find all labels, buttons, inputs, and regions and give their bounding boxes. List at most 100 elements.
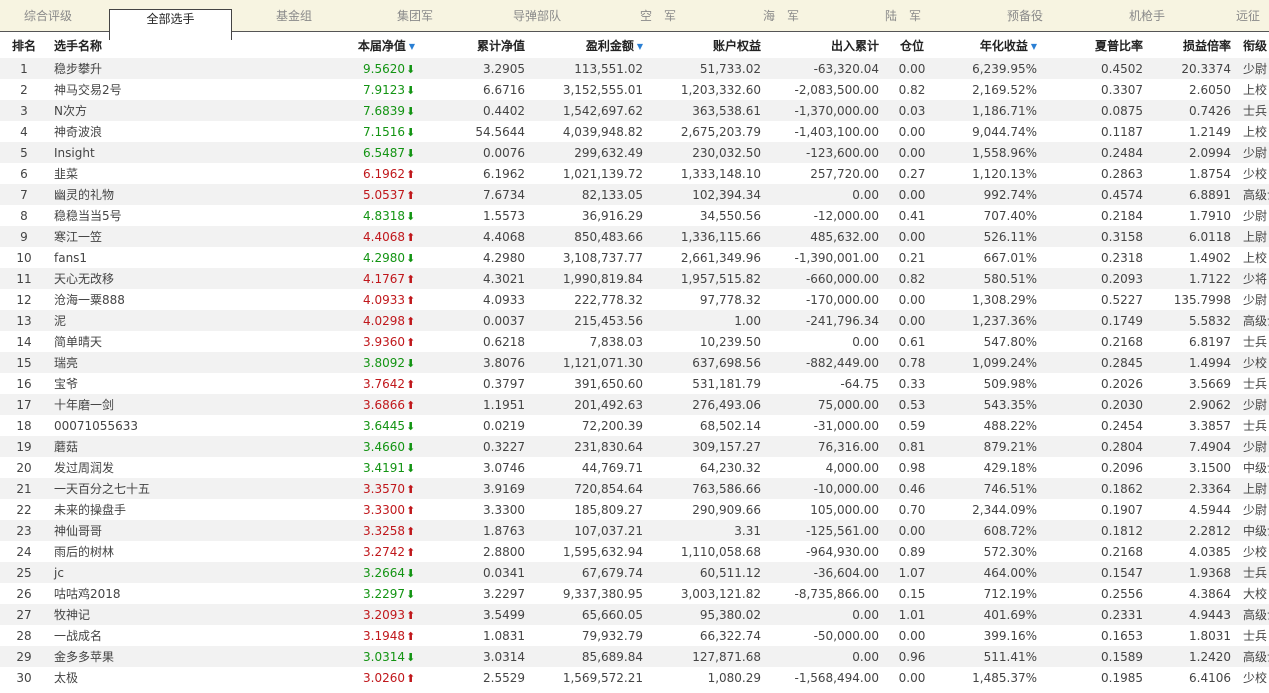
player-name[interactable]: 天心无改移 [48, 268, 236, 289]
player-name[interactable]: 沧海一粟888 [48, 289, 236, 310]
table-row[interactable]: 18 00071055633 3.6445⬇ 0.0219 72,200.39 68,50… [0, 415, 1269, 436]
cell-出入累计: 0.00 [767, 184, 885, 205]
player-name[interactable]: 发过周润发 [48, 457, 236, 478]
table-row[interactable]: 29 金多多苹果 3.0314⬇ 3.0314 85,689.84 127,871.68 0… [0, 646, 1269, 667]
table-row[interactable]: 1 稳步攀升 9.5620⬇ 3.2905 113,551.02 51,733.02 -63… [0, 58, 1269, 79]
tab-3[interactable]: 集团军 [356, 0, 474, 31]
player-name[interactable]: jc [48, 562, 236, 583]
player-name[interactable]: 蘑菇 [48, 436, 236, 457]
tab-4[interactable]: 导弹部队 [474, 0, 600, 31]
sort-down-icon[interactable]: ▼ [1031, 42, 1037, 51]
table-row[interactable]: 13 泥 4.0298⬆ 0.0037 215,453.56 1.00 -241,796.3… [0, 310, 1269, 331]
table-row[interactable]: 17 十年磨一剑 3.6866⬆ 1.1951 201,492.63 276,493.06… [0, 394, 1269, 415]
sort-down-icon[interactable]: ▼ [409, 42, 415, 51]
player-name[interactable]: Insight [48, 142, 236, 163]
column-header-4[interactable]: 盈利金额 ▼ [531, 32, 649, 58]
player-name[interactable]: 太极 [48, 667, 236, 688]
player-name[interactable]: N次方 [48, 100, 236, 121]
column-header-11[interactable]: 衔级 [1237, 32, 1269, 58]
table-row[interactable]: 12 沧海一粟888 4.0933⬆ 4.0933 222,778.32 97,778.3… [0, 289, 1269, 310]
table-row[interactable]: 9 寒江一笠 4.4068⬆ 4.4068 850,483.66 1,336,115.66… [0, 226, 1269, 247]
column-header-7[interactable]: 仓位 [885, 32, 939, 58]
cell-衔级: 少尉 [1237, 499, 1269, 520]
cell-累计净值: 2.5529 [421, 667, 531, 688]
table-row[interactable]: 8 稳稳当当5号 4.8318⬇ 1.5573 36,916.29 34,550.56 -1… [0, 205, 1269, 226]
player-name[interactable]: 宝爷 [48, 373, 236, 394]
player-name[interactable]: 韭菜 [48, 163, 236, 184]
table-row[interactable]: 25 jc 3.2664⬇ 0.0341 67,679.74 60,511.12 -36,6… [0, 562, 1269, 583]
player-name[interactable]: 幽灵的礼物 [48, 184, 236, 205]
column-header-0[interactable]: 排名 [0, 32, 48, 58]
player-name[interactable]: 瑞亮 [48, 352, 236, 373]
player-name[interactable]: 寒江一笠 [48, 226, 236, 247]
cell-账户权益: 68,502.14 [649, 415, 767, 436]
player-name[interactable]: 一天百分之七十五 [48, 478, 236, 499]
player-name[interactable]: 未来的操盘手 [48, 499, 236, 520]
table-row[interactable]: 30 太极 3.0260⬆ 2.5529 1,569,572.21 1,080.29 -1,… [0, 667, 1269, 688]
tab-9[interactable]: 机枪手 [1086, 0, 1208, 31]
cell-排名: 3 [0, 100, 48, 121]
table-row[interactable]: 6 韭菜 6.1962⬆ 6.1962 1,021,139.72 1,333,148.10… [0, 163, 1269, 184]
tab-7[interactable]: 陆 军 [842, 0, 964, 31]
tab-5[interactable]: 空 军 [596, 0, 720, 31]
cell-账户权益: 10,239.50 [649, 331, 767, 352]
player-name[interactable]: 稳稳当当5号 [48, 205, 236, 226]
player-name[interactable]: 神仙哥哥 [48, 520, 236, 541]
column-header-10[interactable]: 损益倍率 [1149, 32, 1237, 58]
player-name[interactable]: 一战成名 [48, 625, 236, 646]
tab-10[interactable]: 远征 [1208, 0, 1269, 31]
net-value: 7.9123 [363, 82, 405, 97]
player-name[interactable]: 简单晴天 [48, 331, 236, 352]
table-row[interactable]: 14 简单晴天 3.9360⬆ 0.6218 7,838.03 10,239.50 0.00… [0, 331, 1269, 352]
column-header-6[interactable]: 出入累计 [767, 32, 885, 58]
table-row[interactable]: 5 Insight 6.5487⬇ 0.0076 299,632.49 230,032.5… [0, 142, 1269, 163]
table-row[interactable]: 11 天心无改移 4.1767⬆ 4.3021 1,990,819.84 1,957,51… [0, 268, 1269, 289]
player-name[interactable]: 00071055633 [48, 415, 236, 436]
player-name[interactable]: 稳步攀升 [48, 58, 236, 79]
cell-累计净值: 4.3021 [421, 268, 531, 289]
table-row[interactable]: 4 神奇波浪 7.1516⬇ 54.5644 4,039,948.82 2,675,203… [0, 121, 1269, 142]
tab-8[interactable]: 预备役 [964, 0, 1086, 31]
table-row[interactable]: 10 fans1 4.2980⬇ 4.2980 3,108,737.77 2,661,34… [0, 247, 1269, 268]
column-header-label: 衔级 [1243, 38, 1268, 53]
table-row[interactable]: 15 瑞亮 3.8092⬇ 3.8076 1,121,071.30 637,698.56-… [0, 352, 1269, 373]
player-name[interactable]: 雨后的树林 [48, 541, 236, 562]
table-row[interactable]: 2 神马交易2号 7.9123⬇ 6.6716 3,152,555.01 1,203,33… [0, 79, 1269, 100]
player-name[interactable]: 牧神记 [48, 604, 236, 625]
arrow-down-icon: ⬇ [406, 104, 416, 118]
player-name[interactable]: 咕咕鸡2018 [48, 583, 236, 604]
table-row[interactable]: 22 未来的操盘手 3.3300⬆ 3.3300 185,809.27 290,909.6… [0, 499, 1269, 520]
table-row[interactable]: 7 幽灵的礼物 5.0537⬆ 7.6734 82,133.05 102,394.34 0.… [0, 184, 1269, 205]
cell-年化收益: 543.35% [939, 394, 1043, 415]
player-name[interactable]: 十年磨一剑 [48, 394, 236, 415]
column-header-5[interactable]: 账户权益 [649, 32, 767, 58]
table-row[interactable]: 21 一天百分之七十五 3.3570⬆ 3.9169 720,854.64 763,586… [0, 478, 1269, 499]
table-row[interactable]: 26 咕咕鸡2018 3.2297⬇ 3.2297 9,337,380.95 3,003,… [0, 583, 1269, 604]
table-row[interactable]: 27 牧神记 3.2093⬆ 3.5499 65,660.05 95,380.02 0.00… [0, 604, 1269, 625]
column-header-8[interactable]: 年化收益 ▼ [939, 32, 1043, 58]
table-row[interactable]: 24 雨后的树林 3.2742⬆ 2.8800 1,595,632.94 1,110,05… [0, 541, 1269, 562]
cell-账户权益: 95,380.02 [649, 604, 767, 625]
table-row[interactable]: 28 一战成名 3.1948⬆ 1.0831 79,932.79 66,322.74 -50… [0, 625, 1269, 646]
net-value-cell: 7.1516⬇ [236, 121, 421, 142]
tab-1[interactable]: 全部选手 [109, 9, 232, 40]
player-name[interactable]: 金多多苹果 [48, 646, 236, 667]
tab-6[interactable]: 海 军 [720, 0, 842, 31]
cell-损益倍率: 3.3857 [1149, 415, 1237, 436]
player-name[interactable]: 神奇波浪 [48, 121, 236, 142]
player-name[interactable]: 泥 [48, 310, 236, 331]
tab-0[interactable]: 综合评级 [0, 0, 96, 31]
tab-2[interactable]: 基金组 [232, 0, 356, 31]
table-row[interactable]: 23 神仙哥哥 3.3258⬆ 1.8763 107,037.21 3.31 -125,56… [0, 520, 1269, 541]
player-name[interactable]: fans1 [48, 247, 236, 268]
table-row[interactable]: 16 宝爷 3.7642⬆ 0.3797 391,650.60 531,181.79 -64… [0, 373, 1269, 394]
cell-账户权益: 1,333,148.10 [649, 163, 767, 184]
player-name[interactable]: 神马交易2号 [48, 79, 236, 100]
column-header-9[interactable]: 夏普比率 [1043, 32, 1149, 58]
sort-down-icon[interactable]: ▼ [637, 42, 643, 51]
table-row[interactable]: 3 N次方 7.6839⬇ 0.4402 1,542,697.62 363,538.61-… [0, 100, 1269, 121]
table-row[interactable]: 19 蘑菇 3.4660⬇ 0.3227 231,830.64 309,157.27 76,… [0, 436, 1269, 457]
table-row[interactable]: 20 发过周润发 3.4191⬇ 3.0746 44,769.71 64,230.32 4,… [0, 457, 1269, 478]
column-header-3[interactable]: 累计净值 [421, 32, 531, 58]
column-header-2[interactable]: 本届净值 ▼ [236, 32, 421, 58]
